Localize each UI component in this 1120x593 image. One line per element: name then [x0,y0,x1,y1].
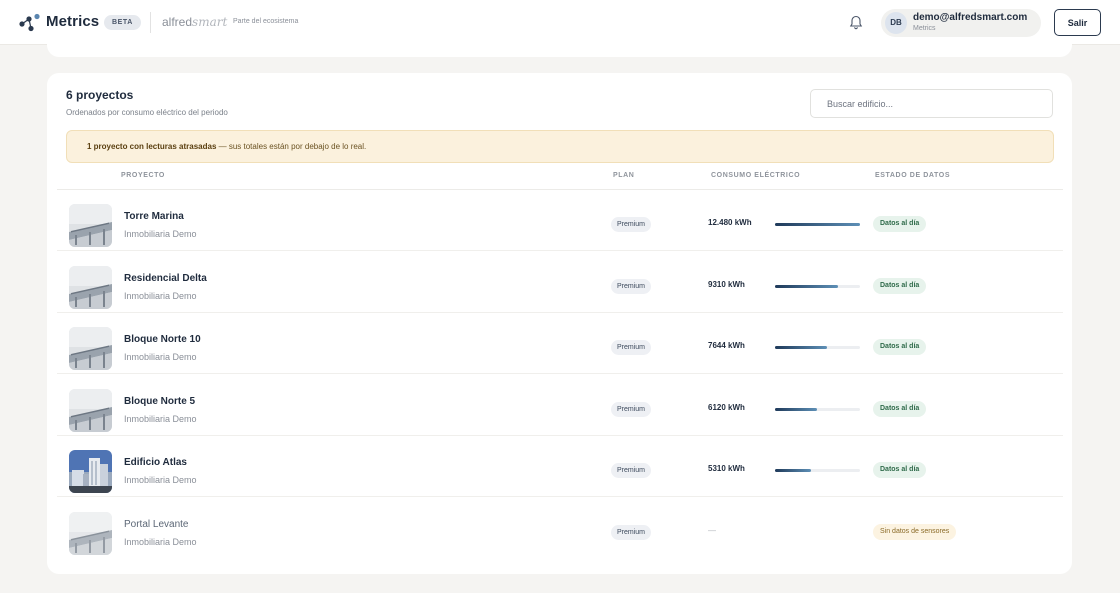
top-bar: Metrics BETA alfredsmart Parte del ecosi… [0,0,1120,45]
project-name[interactable]: Residencial Delta [124,273,207,284]
project-name[interactable]: Portal Levante [124,519,189,530]
project-company: Inmobiliaria Demo [124,290,197,301]
alert-text: — sus totales están por debajo de lo rea… [216,142,367,151]
plan-badge: Premium [611,524,652,540]
project-name[interactable]: Edificio Atlas [124,457,187,468]
table-row[interactable]: Bloque Norte 5 Inmobiliaria Demo Premium 61… [57,375,1063,436]
consumption-empty: — [708,525,716,535]
project-company: Inmobiliaria Demo [124,413,197,424]
plan-badge: Premium [611,217,652,232]
table-row[interactable]: Torre Marina Inmobiliaria Demo Premium 12.4… [57,190,1063,251]
consumption-bar-fill [775,223,860,226]
alert-bold-text: 1 proyecto con lecturas atrasadas [87,142,217,151]
data-status-badge: Datos al día [873,400,927,417]
consumption-bar [775,346,860,349]
project-thumbnail [69,388,112,432]
consumption-value: 6120 kWh [708,402,745,412]
project-thumbnail [69,450,112,493]
project-thumbnail [69,327,112,370]
data-status-badge: Datos al día [873,339,927,355]
column-header-data-status[interactable]: ESTADO DE DATOS [875,172,950,179]
projects-subtitle: Ordenados por consumo eléctrico del peri… [66,108,228,117]
project-name[interactable]: Bloque Norte 5 [124,396,195,407]
project-thumbnail [69,204,112,247]
table-row[interactable]: Residencial Delta Inmobiliaria Demo Premiu… [57,252,1063,313]
table-row[interactable]: Bloque Norte 10 Inmobiliaria Demo Premium 7… [57,313,1063,374]
consumption-bar-fill [775,346,828,349]
brand-name[interactable]: Metrics [46,13,99,30]
consumption-value: 12.480 kWh [708,218,752,227]
consumption-bar-fill [775,407,817,411]
consumption-value: 9310 kWh [708,279,745,289]
data-status-badge: Sin datos de sensores [873,523,957,540]
column-header-project[interactable]: PROYECTO [121,172,165,179]
project-thumbnail [69,265,112,309]
user-email: demo@alfredsmart.com [913,12,1028,23]
consumption-bar [775,284,860,288]
data-status-badge: Datos al día [873,462,927,478]
consumption-bar [775,469,860,472]
project-name[interactable]: Torre Marina [124,211,184,222]
logout-button[interactable]: Salir [1054,9,1101,36]
project-company: Inmobiliaria Demo [124,475,197,485]
previous-card-edge [47,44,1072,57]
bell-icon[interactable] [849,15,863,30]
consumption-bar [775,407,860,411]
user-app-name: Metrics [913,25,936,32]
user-menu[interactable]: DB demo@alfredsmart.com Metrics [881,9,1041,37]
search-building-input[interactable] [810,89,1053,118]
table-header: PROYECTO PLAN CONSUMO ELÉCTRICO ESTADO D… [57,166,1063,190]
plan-badge: Premium [611,278,652,294]
project-name[interactable]: Bloque Norte 10 [124,334,201,345]
partner-tagline: Parte del ecosistema [233,18,299,25]
stale-readings-alert: 1 proyecto con lecturas atrasadas — sus … [66,130,1054,163]
projects-count-title: 6 proyectos [66,88,134,102]
project-thumbnail [69,511,112,555]
consumption-bar-fill [775,284,839,288]
data-status-badge: Datos al día [873,277,927,294]
plan-badge: Premium [611,401,652,417]
partner-logo: alfredsmart [162,15,227,29]
partner-logo-alfred: alfred [162,15,193,29]
partner-logo-smart: smart [192,15,228,29]
consumption-value: 5310 kWh [708,464,745,473]
project-company: Inmobiliaria Demo [124,352,197,362]
plan-badge: Premium [611,340,652,355]
avatar: DB [885,12,907,34]
project-company: Inmobiliaria Demo [124,229,197,239]
table-row[interactable]: Edificio Atlas Inmobiliaria Demo Premium 53… [57,436,1063,497]
column-header-plan[interactable]: PLAN [613,172,634,179]
beta-badge: BETA [104,15,141,30]
data-status-badge: Datos al día [873,216,927,232]
consumption-value: 7644 kWh [708,341,745,350]
header-divider [150,12,151,33]
project-company: Inmobiliaria Demo [124,536,197,547]
consumption-bar [775,223,860,226]
metrics-logo-icon[interactable] [19,13,41,33]
column-header-consumption[interactable]: CONSUMO ELÉCTRICO [711,172,800,179]
plan-badge: Premium [611,463,652,478]
table-row[interactable]: Portal Levante Inmobiliaria Demo Premium — S… [57,498,1063,559]
consumption-bar-fill [775,469,812,472]
projects-card: 6 proyectos Ordenados por consumo eléctr… [47,73,1072,574]
